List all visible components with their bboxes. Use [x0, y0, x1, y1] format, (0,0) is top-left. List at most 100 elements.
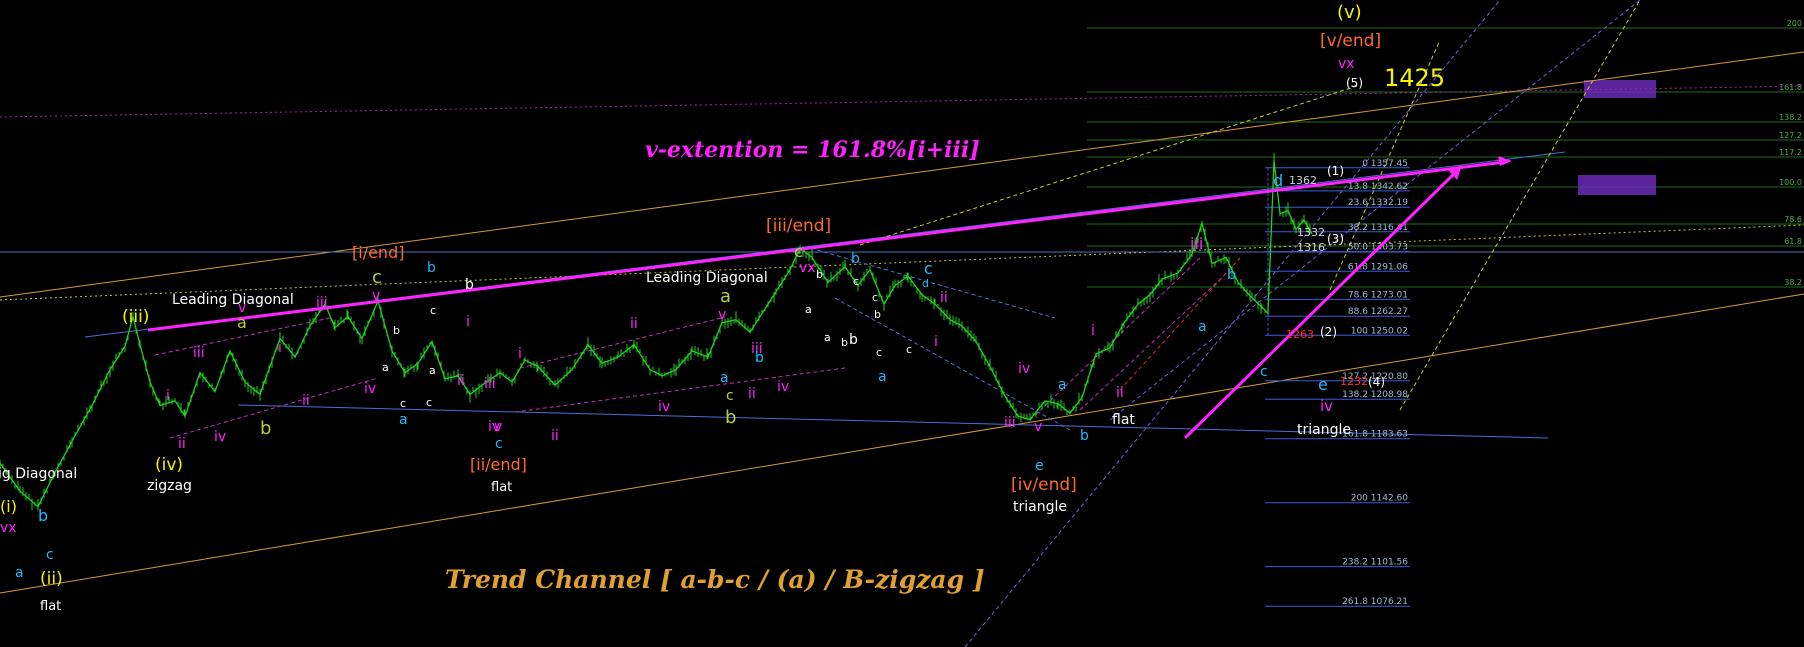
wave-label: d	[1273, 171, 1283, 190]
wave-label: Leading Diagonal	[172, 292, 294, 308]
wave-label: b	[427, 260, 436, 276]
wave-label: i	[518, 346, 522, 362]
wave-label: (ii)	[40, 569, 63, 589]
target-zone-lower	[1578, 175, 1656, 195]
wave-label: [iv/end]	[1011, 475, 1077, 495]
wave-label: vx	[799, 260, 816, 276]
wave-label: [v/end]	[1320, 31, 1381, 51]
wave-label: b	[393, 324, 400, 337]
wave-label: a	[805, 303, 812, 316]
right-fib-label: 127.2	[1779, 131, 1802, 140]
wave-label: b	[849, 332, 858, 348]
wave-label: b	[816, 268, 823, 281]
wave-label: a	[382, 361, 389, 374]
fib-level-label: 13.8 1342.62	[1348, 182, 1408, 192]
wave-label: iii	[1190, 234, 1203, 253]
price-label-1332: 1332	[1297, 226, 1325, 239]
elliott-wave-chart: 200 161.8 138.2 127.2 117.2 100.0 78.6 61.8 38.2…	[0, 0, 1804, 647]
wave-label: iv	[364, 381, 376, 397]
wave-label: c	[726, 388, 734, 404]
right-fib-label: 78.6	[1784, 215, 1802, 224]
wave-label: iv	[658, 399, 670, 415]
price-label-1263: 1263	[1286, 328, 1314, 341]
wave-label: c	[872, 291, 878, 304]
wave-label: [iii/end]	[766, 216, 831, 236]
fib-level-label: 23.6 1332.19	[1348, 198, 1408, 208]
wave-label: a	[720, 370, 729, 386]
wave-label: [ii/end]	[470, 455, 527, 474]
fib-level-label: 78.6 1273.01	[1348, 290, 1408, 300]
wave-label: flat	[40, 599, 61, 614]
wave-label: b	[755, 350, 764, 366]
wave-label: e	[1035, 458, 1044, 474]
wave-label: b	[1080, 428, 1089, 444]
wave-label: d	[922, 277, 929, 290]
wave-label: a	[429, 364, 436, 377]
wave-label: b	[260, 418, 271, 439]
wave-label: c	[495, 436, 503, 452]
wave-label: a	[15, 565, 24, 581]
wave-label: ig Diagonal	[0, 466, 77, 482]
wave-label: ii	[940, 290, 948, 306]
wave-label: ii	[630, 316, 638, 332]
wave-label: v	[718, 307, 726, 323]
wave-label: c	[794, 242, 803, 261]
wave-label: a	[878, 369, 887, 385]
wave-label: i	[934, 334, 938, 350]
fib-level-label: 200 1142.60	[1351, 494, 1409, 504]
wave-label: flat	[1112, 412, 1135, 428]
wave-label: c	[46, 547, 54, 563]
wave-label: c	[924, 259, 933, 278]
chart-background	[0, 0, 1804, 647]
right-fib-label: 138.2	[1779, 113, 1802, 122]
wave-label: zigzag	[147, 478, 192, 494]
wave-label: [i/end]	[352, 243, 404, 262]
wave-label: c	[400, 397, 406, 410]
wave-label: b	[38, 506, 48, 525]
wave-label: v	[372, 288, 380, 304]
target-1425-label: 1425	[1384, 64, 1445, 92]
wave-label: ii	[457, 373, 465, 389]
wave-label: triangle	[1297, 422, 1351, 438]
wave-label: ii	[178, 436, 186, 452]
fib-level-label: 261.8 1076.21	[1342, 597, 1408, 607]
wave-label: b	[851, 251, 860, 267]
wave-label: (v)	[1337, 2, 1362, 23]
wave-label: c	[430, 304, 436, 317]
wave-label: iv	[777, 379, 789, 395]
wave-label: Leading Diagonal	[646, 270, 768, 286]
price-label-1362: 1362	[1289, 174, 1317, 187]
fib-level-label: 238.2 1101.56	[1342, 558, 1408, 568]
wave-label: (iii)	[122, 307, 149, 327]
wave-label: (i)	[0, 497, 17, 516]
wave-label: a	[1198, 319, 1207, 335]
price-label-1316: 1316	[1297, 241, 1325, 254]
right-fib-label: 117.2	[1779, 148, 1802, 157]
wave-label: v	[238, 300, 246, 316]
wave-label: c	[853, 275, 859, 288]
wave-label: ii	[748, 386, 756, 402]
trend-channel-headline: Trend Channel [ a-b-c / (a) / B-zigzag ]	[445, 565, 985, 594]
wave-label: flat	[491, 480, 512, 495]
wave-label: (1)	[1327, 164, 1344, 178]
wave-label: b	[465, 277, 474, 293]
right-fib-label: 161.8	[1779, 83, 1802, 92]
wave-label: vx	[0, 520, 17, 536]
wave-label: iii	[484, 376, 496, 392]
fib-level-label: 0 1357.45	[1362, 159, 1408, 169]
fib-level-label: 100 1250.02	[1351, 326, 1408, 336]
wave-label: a	[1058, 377, 1067, 393]
wave-label: iii	[193, 345, 205, 361]
wave-label: c	[1260, 364, 1268, 380]
wave-label: a	[824, 331, 831, 344]
fib-level-label: 161.8 1183.63	[1342, 430, 1408, 440]
wave-label: i	[278, 340, 282, 356]
wave-label: a	[720, 286, 731, 307]
wave-label: v	[1034, 419, 1042, 435]
wave-label: a	[399, 412, 408, 428]
price-label-1232: 1232	[1340, 375, 1368, 388]
wave-label: ii	[551, 428, 559, 444]
right-fib-label: 200	[1787, 19, 1802, 28]
v-extension-headline: v-extention = 161.8%[i+iii]	[645, 137, 980, 163]
wave-label: c	[426, 396, 432, 409]
